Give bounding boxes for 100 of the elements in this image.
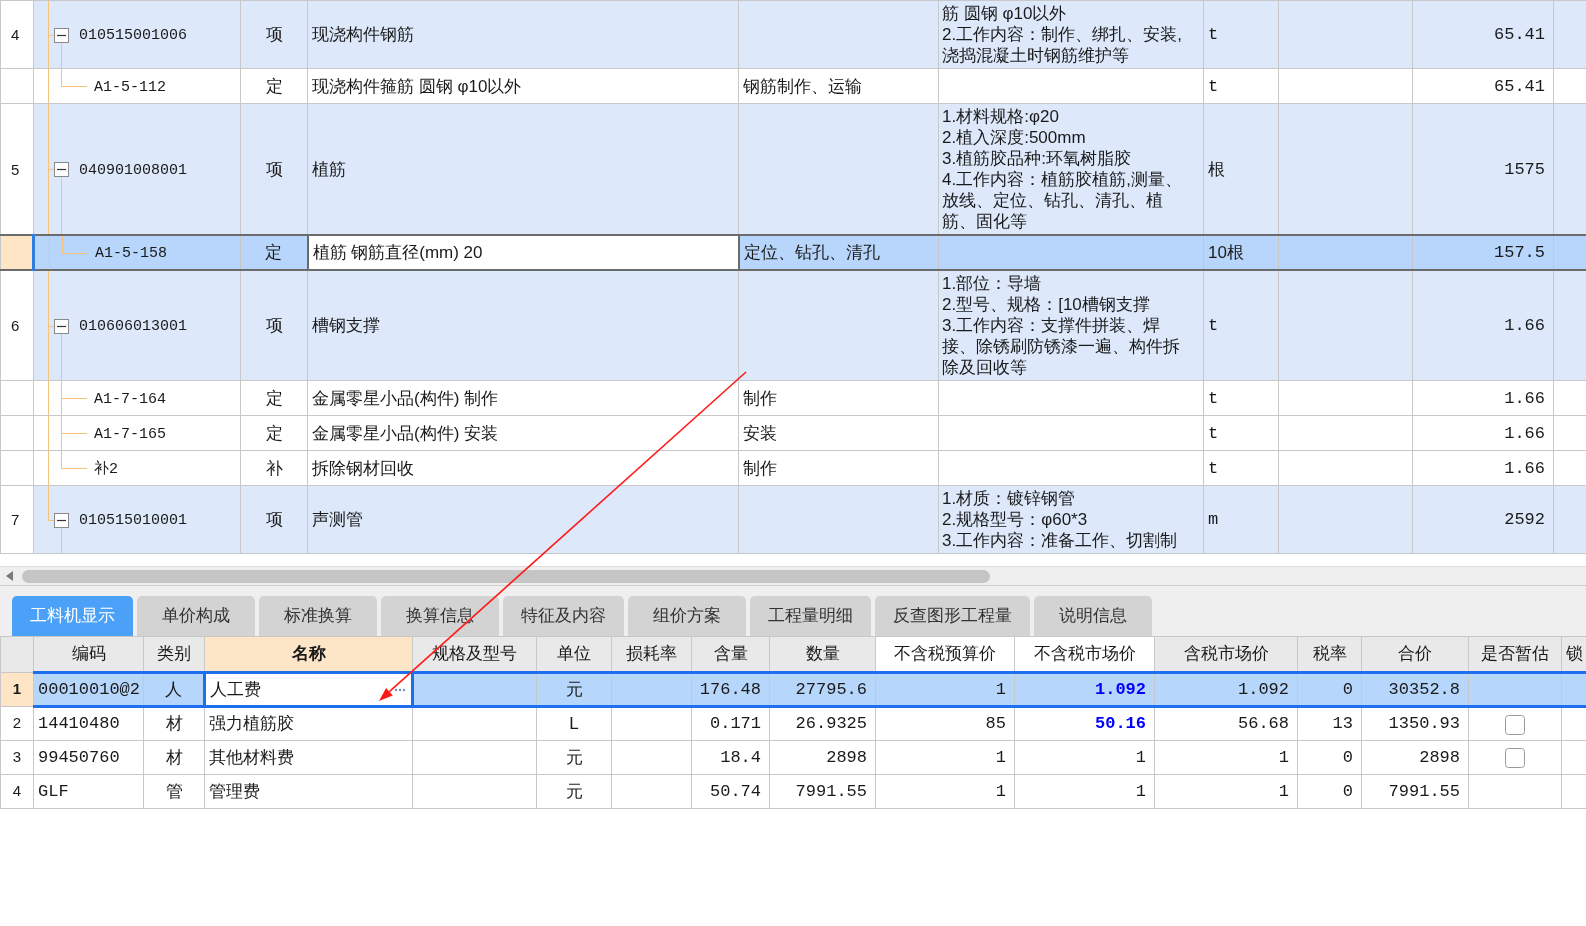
tab[interactable]: 说明信息 xyxy=(1034,596,1152,636)
row-code: 010515010001 xyxy=(79,511,188,531)
table-cell: 安装 xyxy=(738,415,939,451)
tab[interactable]: 换算信息 xyxy=(381,596,499,636)
table-cell: 现浇构件箍筋 圆钢 φ10以外 xyxy=(307,68,739,104)
row-number: 6 xyxy=(0,270,34,381)
column-header[interactable]: 损耗率 xyxy=(611,636,692,673)
table-row[interactable]: 4 010515001006 项 现浇构件钢筋 筋 圆钢 φ10以外 2.工作内容：制作、绑扎、安装,浇捣混凝土时钢筋维护等 t 65.41 xyxy=(0,0,1586,69)
row-number: 7 xyxy=(0,485,34,554)
scrollbar-thumb[interactable] xyxy=(22,569,990,583)
feature-text: 2.工作内容：制作、绑扎、安装,浇捣混凝土时钢筋维护等 xyxy=(942,24,1183,66)
table-cell: 1.092 xyxy=(1014,672,1155,707)
left-arrow-icon[interactable] xyxy=(6,571,13,581)
table-cell: 1.092 xyxy=(1154,672,1298,707)
tab[interactable]: 反查图形工程量 xyxy=(875,596,1030,636)
table-row[interactable]: 3 99450760 材 其他材料费 元 18.4 2898 1 1 1 0 2898 xyxy=(0,740,1586,775)
table-cell: 1350.93 xyxy=(1361,706,1469,741)
table-cell: 13 xyxy=(1297,706,1362,741)
table-cell: 1 xyxy=(875,740,1015,775)
row-number: 4 xyxy=(0,774,34,809)
table-cell: GLF xyxy=(33,774,144,809)
table-cell: 65.41 xyxy=(1412,68,1554,104)
table-row[interactable]: 补2 补 拆除钢材回收 制作 t 1.66 xyxy=(0,450,1586,486)
tab[interactable]: 特征及内容 xyxy=(503,596,624,636)
table-row[interactable]: 1 00010010@2 人 人工费 元 176.48 27795.6 1 1.092 1.092 0 30352.8 xyxy=(0,672,1586,707)
table-cell: 现浇构件钢筋 xyxy=(307,0,739,69)
table-cell: 1 xyxy=(875,672,1015,707)
table-row[interactable]: 6 010606013001 项 槽钢支撑 1.部位：导墙 2.型号、规格：[10槽钢支撑 3.工作内容：支撑件拼装、焊接、除锈刷防锈漆一遍、构件拆除及回收等 t 1.66 xyxy=(0,270,1586,381)
table-cell: 1.66 xyxy=(1412,450,1554,486)
table-cell: 1 xyxy=(1154,774,1298,809)
column-header[interactable]: 不含税预算价 xyxy=(875,636,1015,673)
checkbox[interactable] xyxy=(1505,748,1525,769)
column-header[interactable]: 含税市场价 xyxy=(1154,636,1298,673)
table-cell: 定 xyxy=(240,68,308,104)
table-cell: 制作 xyxy=(738,450,939,486)
table-cell: 元 xyxy=(536,740,612,775)
feature-text: 3.工作内容：准备工作、切割制 xyxy=(942,530,1179,551)
collapse-icon[interactable] xyxy=(54,27,69,43)
tab[interactable]: 单价构成 xyxy=(137,596,255,636)
table-row[interactable]: 7 010515010001 项 声测管 1.材质：镀锌钢管 2.规格型号：φ60*3 3.工作内容：准备工作、切割制 m 2592 xyxy=(0,485,1586,554)
feature-text: 筋 圆钢 φ10以外 xyxy=(942,3,1068,24)
table-cell: 制作 xyxy=(738,380,939,416)
collapse-icon[interactable] xyxy=(54,162,69,177)
table-cell: 材 xyxy=(143,706,205,741)
column-header[interactable]: 编码 xyxy=(33,636,144,673)
tab[interactable]: 组价方案 xyxy=(628,596,746,636)
column-header[interactable]: 类别 xyxy=(143,636,205,673)
table-row[interactable]: A1-7-165 定 金属零星小品(构件) 安装 安装 t 1.66 xyxy=(0,415,1586,451)
row-number: 4 xyxy=(0,0,34,69)
row-number: 5 xyxy=(0,103,34,235)
table-cell: 元 xyxy=(536,774,612,809)
active-cell[interactable]: 人工费 xyxy=(204,672,413,707)
table-cell: 项 xyxy=(240,270,308,381)
table-cell: 管理费 xyxy=(204,774,413,809)
table-cell: 项 xyxy=(240,0,308,69)
table-cell: t xyxy=(1203,450,1279,486)
collapse-icon[interactable] xyxy=(54,512,69,528)
table-cell: 50.74 xyxy=(691,774,770,809)
tab[interactable]: 标准换算 xyxy=(259,596,377,636)
table-cell: t xyxy=(1203,415,1279,451)
table-cell: 00010010@2 xyxy=(33,672,144,707)
column-header[interactable]: 不含税市场价 xyxy=(1014,636,1155,673)
table-cell: 50.16 xyxy=(1014,706,1155,741)
tab[interactable]: 工程量明细 xyxy=(750,596,871,636)
column-header[interactable]: 是否暂估 xyxy=(1468,636,1562,673)
table-row[interactable]: A1-7-164 定 金属零星小品(构件) 制作 制作 t 1.66 xyxy=(0,380,1586,416)
feature-text: 3.植筋胶品种:环氧树脂胶 xyxy=(942,148,1132,169)
table-cell: 强力植筋胶 xyxy=(204,706,413,741)
column-header[interactable]: 税率 xyxy=(1297,636,1362,673)
table-cell: 其他材料费 xyxy=(204,740,413,775)
table-cell: 7991.55 xyxy=(769,774,876,809)
collapse-icon[interactable] xyxy=(54,318,69,334)
table-row[interactable]: A1-5-158 定 植筋 钢筋直径(mm) 20 定位、钻孔、清孔 10根 157.5 xyxy=(0,235,1586,270)
table-cell: 元 xyxy=(536,672,612,707)
table-row[interactable]: 5 040901008001 项 植筋 1.材料规格:φ20 2.植入深度:500mm 3.植筋胶品种:环氧树脂胶 4.工作内容：植筋胶植筋,测量、放线、定位、钻孔、清孔、植筋、固化等 根 1575 xyxy=(0,103,1586,235)
table-cell: 1.66 xyxy=(1412,380,1554,416)
column-header[interactable]: 数量 xyxy=(769,636,876,673)
feature-text: 3.工作内容：支撑件拼装、焊接、除锈刷防锈漆一遍、构件拆除及回收等 xyxy=(942,315,1181,378)
table-cell: 2898 xyxy=(1361,740,1469,775)
row-code: A1-7-164 xyxy=(94,389,166,410)
column-header[interactable]: 含量 xyxy=(691,636,770,673)
table-row[interactable]: 2 14410480 材 强力植筋胶 L 0.171 26.9325 85 50.16 56.68 13 1350.93 xyxy=(0,706,1586,741)
table-cell: 26.9325 xyxy=(769,706,876,741)
column-header[interactable]: 合价 xyxy=(1361,636,1469,673)
column-header[interactable]: 锁 xyxy=(1561,636,1586,673)
table-cell: 补 xyxy=(240,450,308,486)
table-cell: 14410480 xyxy=(33,706,144,741)
table-cell: 1.66 xyxy=(1412,270,1554,381)
ellipsis-icon[interactable] xyxy=(394,687,406,692)
table-cell: t xyxy=(1203,0,1279,69)
checkbox[interactable] xyxy=(1505,714,1525,735)
table-row[interactable]: 4 GLF 管 管理费 元 50.74 7991.55 1 1 1 0 7991.55 xyxy=(0,774,1586,809)
column-header[interactable]: 单位 xyxy=(536,636,612,673)
table-cell: 0 xyxy=(1297,672,1362,707)
column-header[interactable]: 名称 xyxy=(204,636,413,673)
feature-text: 1.部位：导墙 xyxy=(942,273,1043,294)
table-row[interactable]: A1-5-112 定 现浇构件箍筋 圆钢 φ10以外 钢筋制作、运输 t 65.41 xyxy=(0,68,1586,104)
row-number: 3 xyxy=(0,740,34,775)
table-cell: 65.41 xyxy=(1412,0,1554,69)
column-header[interactable]: 规格及型号 xyxy=(412,636,537,673)
